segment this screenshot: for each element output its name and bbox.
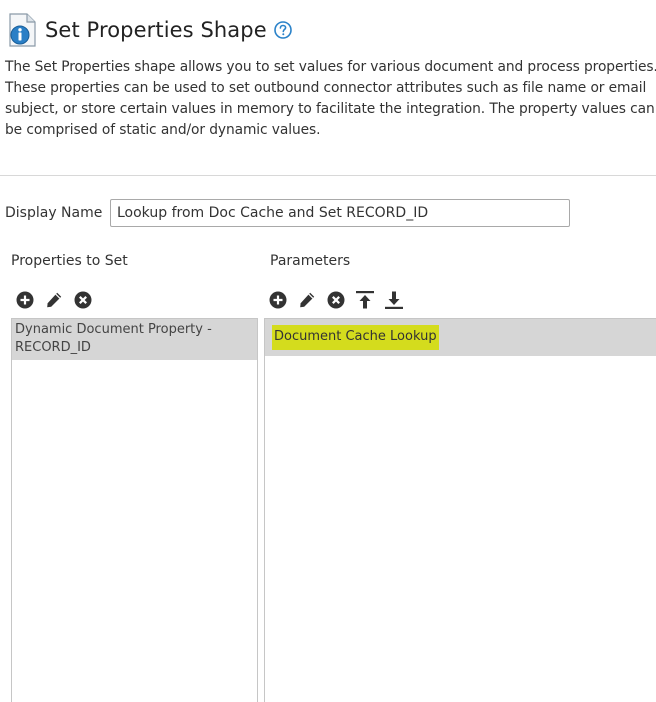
- help-icon[interactable]: [273, 21, 292, 39]
- remove-icon: [327, 291, 345, 309]
- move-up-button[interactable]: [355, 290, 375, 310]
- property-name-line2: RECORD_ID: [15, 340, 91, 355]
- list-item[interactable]: Document Cache Lookup: [265, 319, 656, 356]
- remove-icon: [74, 291, 92, 309]
- properties-toolbar: [15, 290, 102, 310]
- edit-icon: [47, 292, 62, 308]
- move-up-icon: [356, 291, 374, 309]
- add-icon: [269, 291, 287, 309]
- remove-parameter-button[interactable]: [326, 290, 346, 310]
- list-item[interactable]: Dynamic Document Property - RECORD_ID: [12, 319, 257, 360]
- properties-to-set-label: Properties to Set: [11, 253, 128, 269]
- page-title: Set Properties Shape: [45, 18, 267, 42]
- move-down-button[interactable]: [384, 290, 404, 310]
- display-name-input[interactable]: [110, 199, 570, 227]
- document-info-icon: [8, 13, 38, 47]
- add-property-button[interactable]: [15, 290, 35, 310]
- divider: [0, 175, 656, 176]
- add-icon: [16, 291, 34, 309]
- move-down-icon: [385, 291, 403, 309]
- parameters-label: Parameters: [270, 253, 351, 269]
- edit-parameter-button[interactable]: [297, 290, 317, 310]
- add-parameter-button[interactable]: [268, 290, 288, 310]
- header: Set Properties Shape: [8, 12, 292, 48]
- properties-list: Dynamic Document Property - RECORD_ID: [11, 318, 258, 702]
- remove-property-button[interactable]: [73, 290, 93, 310]
- property-name-line1: Dynamic Document Property -: [15, 322, 212, 337]
- display-name-label: Display Name: [5, 205, 103, 221]
- edit-icon: [300, 292, 315, 308]
- parameters-list: Document Cache Lookup: [264, 318, 656, 702]
- parameters-toolbar: [268, 290, 413, 310]
- shape-description: The Set Properties shape allows you to s…: [5, 59, 656, 138]
- parameter-label: Document Cache Lookup: [272, 325, 439, 350]
- edit-property-button[interactable]: [44, 290, 64, 310]
